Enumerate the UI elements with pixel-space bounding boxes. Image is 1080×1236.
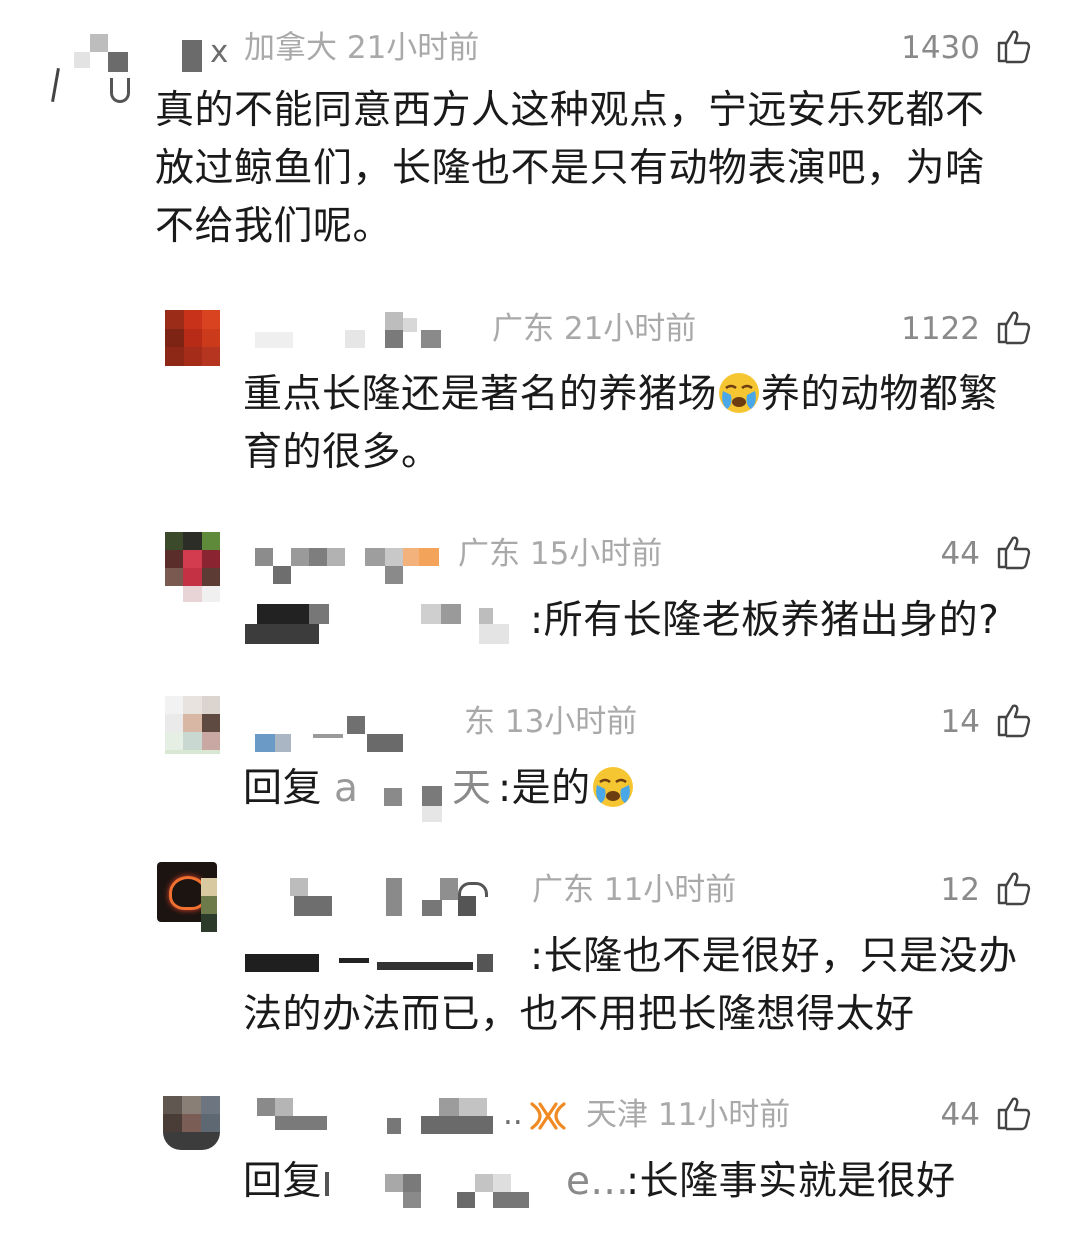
reply-text-segment: :是的 [498, 766, 591, 811]
location-time: 东 13小时前 [464, 704, 638, 740]
comment-line: 放过鲸鱼们，长隆也不是只有动物表演吧，为啥 [155, 146, 985, 191]
like-count[interactable]: 12 [880, 870, 980, 910]
comment-line: :长隆也不是很好，只是没办 [530, 934, 1018, 979]
avatar[interactable] [157, 862, 221, 934]
thumb-up-icon[interactable] [996, 309, 1032, 345]
thumb-up-icon[interactable] [996, 1095, 1032, 1131]
like-count[interactable]: 1430 [880, 28, 980, 68]
username-redacted[interactable] [290, 878, 520, 918]
comment-line: 不给我们呢。 [155, 204, 393, 249]
comment-segment: 养的动物都繁 [761, 372, 999, 417]
reply-target-redacted[interactable] [243, 604, 523, 644]
username-suffix[interactable]: x [210, 32, 228, 72]
comment-text: 重点长隆还是著名的养猪场 养的动物都繁 育的很多。 [243, 366, 1043, 482]
like-count[interactable]: 44 [880, 534, 980, 574]
comment-text: 真的不能同意西方人这种观点，宁远安乐死都不 放过鲸鱼们，长隆也不是只有动物表演吧… [155, 82, 1035, 256]
loudly-crying-face-icon [719, 373, 760, 413]
reply-text: :长隆事实就是很好 [626, 1159, 956, 1204]
comment-text: :长隆也不是很好，只是没办 法的办法而已，也不用把长隆想得太好 [243, 928, 1043, 1044]
like-count[interactable]: 44 [880, 1095, 980, 1135]
avatar[interactable] [165, 532, 220, 604]
avatar[interactable] [165, 310, 220, 366]
thumb-up-icon[interactable] [996, 28, 1032, 64]
reply-target-redacted[interactable] [384, 786, 444, 826]
username-redacted[interactable] [255, 310, 445, 348]
like-count[interactable]: 1122 [880, 309, 980, 349]
reply-prefix: 回复 [243, 766, 323, 811]
avatar[interactable] [163, 1096, 221, 1152]
username-redacted[interactable] [255, 548, 445, 588]
username-redacted[interactable] [182, 36, 206, 74]
reply-target-tail[interactable]: e... [566, 1153, 629, 1211]
avatar[interactable] [165, 696, 220, 758]
reply-text: :是的 [498, 760, 635, 818]
thumb-up-icon[interactable] [996, 702, 1032, 738]
comment-line: 重点长隆还是著名的养猪场 养的动物都繁 [243, 366, 1043, 424]
comment-line: 法的办法而已，也不用把长隆想得太好 [243, 992, 915, 1037]
comment-line: 真的不能同意西方人这种观点，宁远安乐死都不 [155, 88, 985, 133]
comment-segment: 重点长隆还是著名的养猪场 [243, 372, 718, 417]
comment-line: 育的很多。 [243, 430, 441, 475]
reply-target-redacted[interactable] [325, 1166, 565, 1210]
location-time: 广东 21小时前 [492, 311, 697, 347]
location-time: 广东 11小时前 [532, 872, 737, 908]
like-count[interactable]: 14 [880, 702, 980, 742]
username-redacted[interactable] [255, 714, 405, 754]
username-redacted[interactable] [243, 1098, 503, 1138]
reply-target-tail[interactable]: 天 [452, 760, 492, 818]
reply-prefix: 回复 [243, 1159, 323, 1204]
thumb-up-icon[interactable] [996, 870, 1032, 906]
avatar[interactable] [50, 34, 130, 106]
username-ellipsis[interactable]: .. [503, 1094, 523, 1134]
location-time: 广东 15小时前 [458, 536, 663, 572]
location-time: 加拿大 21小时前 [244, 30, 480, 66]
loudly-crying-face-icon [592, 767, 633, 807]
reply-target-fragment[interactable]: a [334, 760, 358, 818]
thumb-up-icon[interactable] [996, 534, 1032, 570]
location-time: 天津 11小时前 [586, 1097, 791, 1133]
weibo-bow-icon [530, 1102, 566, 1130]
reply-text: :所有长隆老板养猪出身的? [530, 598, 1000, 643]
